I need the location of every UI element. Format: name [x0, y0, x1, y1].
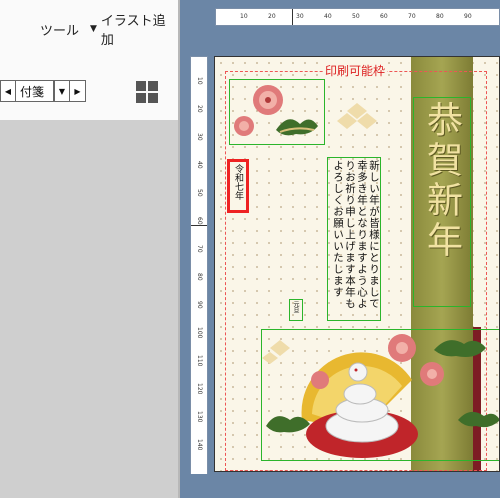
ruler-tick: 10	[240, 13, 248, 20]
ruler-tick: 90	[196, 301, 203, 309]
empty-panel	[0, 120, 178, 498]
canvas-bottom-bar	[180, 474, 500, 498]
postcard-page[interactable]: 印刷可能枠 恭賀新年 新しい年が皆様にとりまして幸多き年となりますよう心よりお祈…	[214, 56, 500, 472]
chevron-down-icon[interactable]: ▼	[90, 24, 97, 34]
ruler-tick: 60	[380, 13, 388, 20]
ruler-tick: 70	[196, 245, 203, 253]
ruler-tick: 120	[196, 383, 203, 395]
ruler-tick: 50	[352, 13, 360, 20]
menu-tools-label[interactable]: ツール	[40, 20, 79, 39]
ruler-tick: 130	[196, 411, 203, 423]
date-text-box[interactable]: 元旦	[289, 299, 303, 321]
horizontal-ruler: 10 20 30 40 50 60 70 80 90	[215, 8, 500, 26]
snake-illustration[interactable]	[261, 329, 499, 461]
ruler-tick: 110	[196, 355, 203, 367]
vertical-ruler: 10 20 30 40 50 60 70 80 90 100 110 120 1…	[190, 56, 208, 476]
sticky-note-controls: ◀ 付箋 ▼ ▶	[0, 79, 86, 103]
ruler-tick: 140	[196, 439, 203, 451]
ruler-tick: 20	[268, 13, 276, 20]
sticky-note-select[interactable]: 付箋	[16, 80, 54, 102]
era-label: 令和七年	[233, 164, 243, 200]
prev-button[interactable]: ◀	[0, 80, 16, 102]
chevron-left-icon: ◀	[4, 86, 12, 96]
chevron-down-icon: ▼	[58, 86, 66, 96]
printable-area-label: 印刷可能枠	[323, 62, 388, 79]
sticky-note-select-value: 付箋	[20, 84, 45, 99]
ruler-tick: 70	[408, 13, 416, 20]
snake-mochi-icon	[262, 334, 499, 458]
ruler-tick: 100	[196, 327, 203, 339]
app-toolbar: ツール ▼ イラスト追加 ◀ 付箋 ▼ ▶	[0, 0, 178, 120]
ruler-cursor-mark	[191, 225, 207, 226]
sticky-note-dropdown-button[interactable]: ▼	[54, 80, 70, 102]
era-text-box-selected[interactable]: 令和七年	[227, 159, 249, 213]
date-label: 元旦	[292, 301, 299, 313]
menu-add-illustration-label[interactable]: イラスト追加	[101, 10, 178, 48]
ruler-tick: 10	[196, 77, 203, 85]
greeting-heading: 恭賀新年	[421, 101, 462, 261]
plum-blossom-icon	[234, 85, 318, 136]
ruler-tick: 80	[196, 273, 203, 281]
ruler-cursor-mark	[292, 9, 293, 25]
ruler-tick: 90	[464, 13, 472, 20]
ruler-tick: 20	[196, 105, 203, 113]
grid-view-icon[interactable]	[136, 81, 158, 103]
ruler-tick: 30	[296, 13, 304, 20]
menu-add-illustration[interactable]: ▼ イラスト追加	[90, 14, 178, 48]
message-body: 新しい年が皆様にとりまして幸多き年となりますよう心よりお祈り申し上げます本年もよ…	[332, 160, 380, 310]
chevron-right-icon: ▶	[74, 86, 81, 96]
plum-blossom-illustration[interactable]	[229, 79, 325, 145]
next-button[interactable]: ▶	[70, 80, 86, 102]
ruler-tick: 40	[324, 13, 332, 20]
ruler-tick: 60	[196, 217, 203, 225]
ruler-tick: 30	[196, 133, 203, 141]
ruler-tick: 80	[436, 13, 444, 20]
ruler-tick: 50	[196, 189, 203, 197]
menu-tools[interactable]: ツール	[40, 18, 79, 40]
diamond-pattern-icon	[337, 103, 377, 129]
message-text-box[interactable]: 新しい年が皆様にとりまして幸多き年となりますよう心よりお祈り申し上げます本年もよ…	[327, 157, 381, 321]
ruler-tick: 40	[196, 161, 203, 169]
